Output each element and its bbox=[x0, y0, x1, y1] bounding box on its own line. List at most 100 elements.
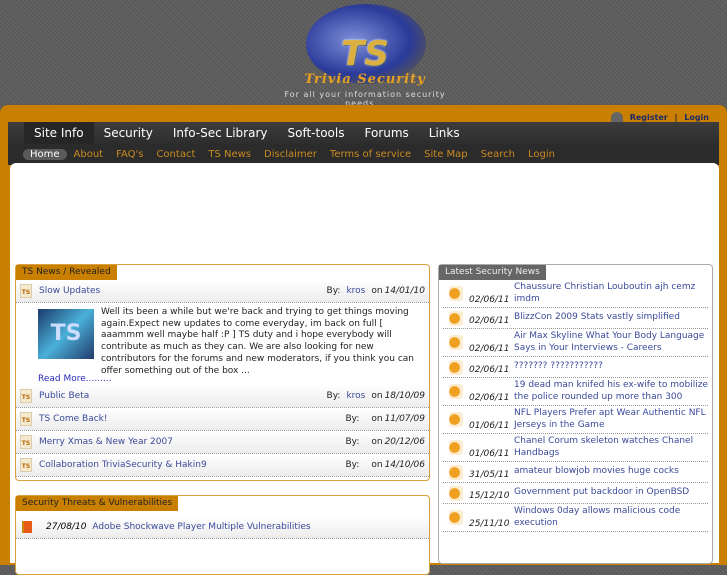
by-label: By: bbox=[345, 437, 360, 447]
subnav-faq-s[interactable]: FAQ's bbox=[116, 149, 143, 160]
subnav-home[interactable]: Home bbox=[23, 149, 67, 160]
news-link[interactable]: amateur blowjob movies huge cocks bbox=[513, 466, 679, 478]
news-date: 25/11/10 bbox=[469, 519, 510, 529]
news-date: 31/05/11 bbox=[469, 470, 510, 480]
news-item-icon bbox=[449, 335, 463, 350]
featured-text: Well its been a while but we're back and… bbox=[101, 307, 414, 376]
news-link[interactable]: Air Max Skyline What Your Body Language … bbox=[513, 331, 708, 354]
by-label: By: bbox=[326, 391, 341, 401]
subnav-login[interactable]: Login bbox=[528, 149, 555, 160]
tab-site-info[interactable]: Site Info bbox=[24, 122, 94, 144]
by-label: By: bbox=[326, 286, 341, 296]
news-link[interactable]: Chaussure Christian Louboutin ajh cemz i… bbox=[513, 282, 708, 305]
news-title-link[interactable]: Merry Xmas & New Year 2007 bbox=[39, 437, 345, 447]
site-logo[interactable]: TS Trivia Security For all your informat… bbox=[270, 2, 460, 108]
news-byline: By: kros on 14/01/10 bbox=[327, 286, 425, 296]
subnav-contact[interactable]: Contact bbox=[156, 149, 195, 160]
news-title-link[interactable]: Public Beta bbox=[39, 391, 327, 401]
subnav-site-map[interactable]: Site Map bbox=[424, 149, 467, 160]
latest-news-item: 02/06/11??????? ??????????? bbox=[443, 357, 708, 378]
news-link[interactable]: 19 dead man knifed his ex-wife to mobili… bbox=[513, 380, 708, 403]
tab-soft-tools[interactable]: Soft-tools bbox=[278, 122, 355, 144]
news-link[interactable]: Government put backdoor in OpenBSD bbox=[513, 487, 689, 499]
news-item-icon bbox=[449, 464, 463, 480]
logo-name: Trivia Security bbox=[304, 72, 426, 87]
news-link[interactable]: NFL Players Prefer apt Wear Authentic NF… bbox=[513, 408, 708, 431]
news-item-icon bbox=[449, 359, 463, 375]
on-label: on bbox=[371, 414, 383, 424]
on-label: on bbox=[371, 286, 383, 296]
news-byline: By: on 14/10/06 bbox=[345, 460, 425, 470]
news-item-icon bbox=[449, 310, 463, 326]
main-tabs: Site Info Security Info-Sec Library Soft-to… bbox=[8, 122, 719, 144]
latest-news-item: 15/12/10 Government put backdoor in OpenB… bbox=[443, 483, 708, 504]
panel-title: TS News / Revealed bbox=[16, 265, 117, 280]
news-date: 02/06/11 bbox=[469, 393, 510, 403]
tab-info-sec-library[interactable]: Info-Sec Library bbox=[163, 122, 278, 144]
news-date: 14/01/10 bbox=[384, 286, 425, 296]
news-link[interactable]: Windows 0day allows malicious code execu… bbox=[513, 506, 708, 529]
tab-security[interactable]: Security bbox=[94, 122, 163, 144]
featured-thumbnail: TS bbox=[38, 309, 94, 359]
threats-panel: Security Threats & Vulnerabilities 27/08… bbox=[15, 495, 430, 575]
news-date: 18/10/09 bbox=[384, 391, 425, 401]
news-row: TS TS Come Back! By: on 11/07/09 bbox=[16, 408, 429, 431]
tab-links[interactable]: Links bbox=[419, 122, 470, 144]
by-label: By: bbox=[345, 414, 360, 424]
sub-nav: Home About FAQ's Contact TS News Disclaimer Te… bbox=[8, 144, 719, 165]
latest-news-item: 01/06/11 Chanel Corum skeleton watches Ch… bbox=[443, 434, 708, 462]
page-frame: Register | Login Site Info Security Info-S… bbox=[0, 105, 727, 575]
author-link[interactable]: kros bbox=[346, 286, 365, 296]
news-link[interactable]: BlizzCon 2009 Stats vastly simplified bbox=[513, 312, 680, 324]
news-item-icon bbox=[449, 485, 463, 501]
subnav-terms-of-service[interactable]: Terms of service bbox=[330, 149, 411, 160]
news-item-icon bbox=[449, 286, 463, 301]
news-link[interactable]: Chanel Corum skeleton watches Chanel Han… bbox=[513, 436, 708, 459]
news-title-link[interactable]: Slow Updates bbox=[39, 286, 327, 296]
news-date: 02/06/11 bbox=[469, 295, 510, 305]
news-date: 02/06/11 bbox=[469, 316, 510, 326]
news-byline: By: on 11/07/09 bbox=[345, 414, 425, 424]
news-row: TS Merry Xmas & New Year 2007 By: on 20/12/0… bbox=[16, 431, 429, 454]
news-date: 02/06/11 bbox=[469, 365, 510, 375]
news-byline: By: on 20/12/06 bbox=[345, 437, 425, 447]
news-row: TS Collaboration TriviaSecurity & Hakin9 B… bbox=[16, 454, 429, 477]
news-title-link[interactable]: TS Come Back! bbox=[39, 414, 345, 424]
on-label: on bbox=[371, 437, 383, 447]
register-link[interactable]: Register bbox=[630, 113, 668, 122]
news-date: 01/06/11 bbox=[469, 449, 510, 459]
author-link[interactable]: kros bbox=[346, 391, 365, 401]
news-item-icon bbox=[449, 440, 463, 455]
flag-icon bbox=[22, 521, 32, 533]
subnav-disclaimer[interactable]: Disclaimer bbox=[264, 149, 317, 160]
main-nav: Site Info Security Info-Sec Library Soft-to… bbox=[8, 122, 719, 165]
news-link[interactable]: ??????? ??????????? bbox=[513, 361, 603, 373]
login-link[interactable]: Login bbox=[684, 113, 709, 122]
latest-news-panel: Latest Security News 02/06/11 Chaussure C… bbox=[438, 264, 713, 564]
subnav-ts-news[interactable]: TS News bbox=[208, 149, 251, 160]
news-title-link[interactable]: Collaboration TriviaSecurity & Hakin9 bbox=[39, 460, 345, 470]
ts-news-icon: TS bbox=[20, 389, 32, 403]
content-area: TS News / Revealed TS Slow Updates By: kros… bbox=[10, 163, 719, 575]
news-row: TS Public Beta By: kros on 18/10/09 bbox=[16, 385, 429, 408]
subnav-about[interactable]: About bbox=[74, 149, 104, 160]
ts-news-icon: TS bbox=[20, 435, 32, 449]
logo-initials: TS bbox=[341, 34, 389, 74]
news-item-icon bbox=[449, 384, 463, 399]
threat-row: 27/08/10 Adobe Shockwave Player Multiple … bbox=[16, 516, 429, 539]
latest-news-item: 02/06/11 Chaussure Christian Louboutin aj… bbox=[443, 280, 708, 308]
ts-news-icon: TS bbox=[20, 412, 32, 426]
panel-title: Security Threats & Vulnerabilities bbox=[16, 496, 179, 511]
latest-news-item: 02/06/11 BlizzCon 2009 Stats vastly simpl… bbox=[443, 308, 708, 329]
news-date: 20/12/06 bbox=[384, 437, 425, 447]
news-date: 02/06/11 bbox=[469, 344, 510, 354]
subnav-search[interactable]: Search bbox=[481, 149, 515, 160]
tab-forums[interactable]: Forums bbox=[354, 122, 418, 144]
news-row: TS Slow Updates By: kros on 14/01/10 bbox=[16, 280, 429, 303]
threat-link[interactable]: Adobe Shockwave Player Multiple Vulnerab… bbox=[92, 522, 425, 532]
latest-news-item: 31/05/11 amateur blowjob movies huge cock… bbox=[443, 462, 708, 483]
latest-news-item: 25/11/10 Windows 0day allows malicious co… bbox=[443, 504, 708, 532]
on-label: on bbox=[371, 391, 383, 401]
news-item-icon bbox=[449, 510, 463, 525]
latest-news-item: 01/06/11 NFL Players Prefer apt Wear Auth… bbox=[443, 406, 708, 434]
